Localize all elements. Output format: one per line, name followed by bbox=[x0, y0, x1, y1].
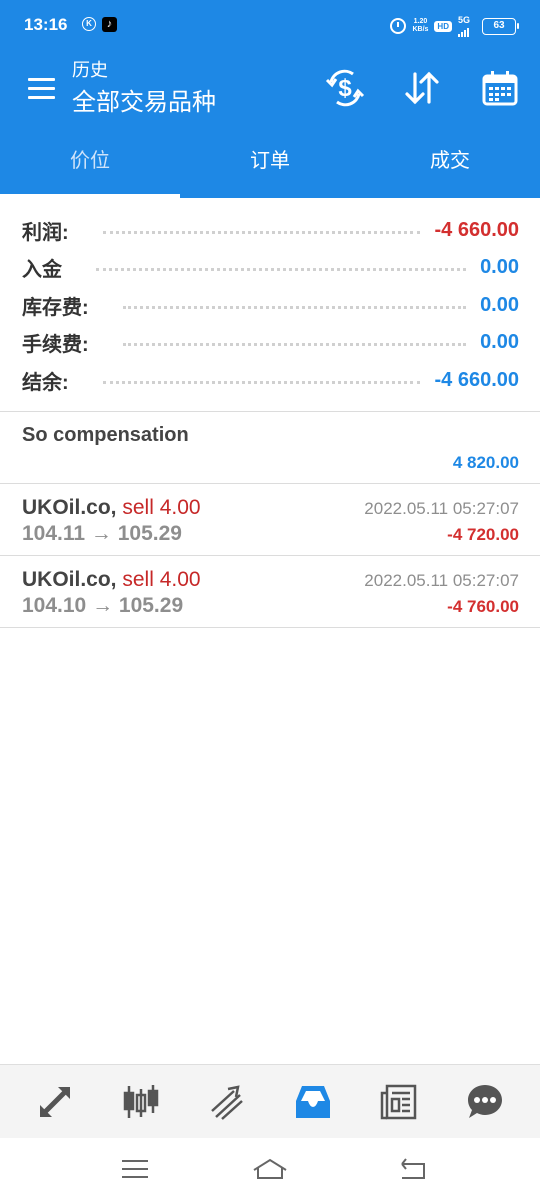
summary-label: 利润: bbox=[22, 221, 69, 244]
summary-row-profit: 利润: -4 660.00 bbox=[22, 214, 519, 246]
nav-charts[interactable] bbox=[116, 1077, 166, 1127]
summary-panel: 利润: -4 660.00 入金 0.00 库存费: 0.00 手续费: 0.0… bbox=[0, 198, 540, 412]
back-icon bbox=[401, 1158, 425, 1179]
chart-candles-icon bbox=[123, 1085, 159, 1118]
summary-value: -4 660.00 bbox=[434, 218, 519, 241]
news-icon bbox=[380, 1084, 417, 1120]
deal-prices: 104.11 → 105.29 bbox=[22, 522, 182, 545]
summary-row-balance: 结余: -4 660.00 bbox=[22, 364, 519, 396]
speed-value: 1.20 bbox=[413, 18, 428, 25]
tab-bar: 价位 订单 成交 bbox=[0, 124, 540, 198]
deal-title: UKOil.co, sell 4.00 bbox=[22, 496, 201, 520]
hd-badge: HD bbox=[434, 20, 452, 32]
compensation-amount: 4 820.00 bbox=[452, 453, 519, 472]
svg-text:$: $ bbox=[338, 75, 352, 102]
tab-deals[interactable]: 成交 bbox=[360, 124, 540, 198]
compensation-title: So compensation bbox=[22, 424, 189, 446]
battery-icon: 63 bbox=[482, 17, 519, 35]
compensation-row[interactable]: So compensation 4 820.00 bbox=[0, 412, 540, 484]
status-time: 13:16 bbox=[24, 15, 68, 34]
app-toolbar: 历史 全部交易品种 $ bbox=[0, 52, 540, 124]
signal-group: 5G bbox=[457, 14, 470, 37]
bottom-navigation bbox=[0, 1064, 540, 1138]
calendar-button[interactable] bbox=[476, 64, 524, 112]
tab-orders[interactable]: 订单 bbox=[180, 124, 360, 198]
toolbar-subtitle: 历史 bbox=[72, 60, 108, 80]
history-icon bbox=[296, 1086, 330, 1118]
summary-value: -4 660.00 bbox=[434, 368, 519, 391]
signal-icon bbox=[457, 25, 469, 37]
system-navigation bbox=[0, 1138, 540, 1200]
dotted-leader bbox=[102, 230, 421, 234]
nav-chat[interactable] bbox=[460, 1077, 510, 1127]
summary-value: 0.00 bbox=[480, 330, 519, 353]
summary-row-commission: 手续费: 0.00 bbox=[22, 326, 519, 358]
deal-side: sell 4.00 bbox=[122, 568, 201, 591]
currency-exchange-button[interactable]: $ bbox=[321, 64, 369, 112]
dotted-leader bbox=[122, 342, 467, 346]
deal-time: 2022.05.11 05:27:07 bbox=[364, 571, 519, 590]
dotted-leader bbox=[96, 267, 467, 271]
deal-row[interactable]: UKOil.co, sell 4.00 104.10 → 105.29 2022… bbox=[0, 556, 540, 628]
nav-history[interactable] bbox=[288, 1077, 338, 1127]
nav-news[interactable] bbox=[374, 1077, 424, 1127]
toolbar-title[interactable]: 全部交易品种 bbox=[72, 82, 216, 117]
deal-profit: -4 720.00 bbox=[447, 525, 519, 544]
status-bar: 13:16 K ♪ 1.20 KB/s HD 5G 63 bbox=[0, 0, 540, 52]
home-button[interactable] bbox=[250, 1154, 290, 1184]
deal-symbol: UKOil.co, bbox=[22, 568, 117, 591]
calendar-icon bbox=[482, 71, 518, 106]
alarm-icon bbox=[390, 18, 407, 34]
tiktok-icon: ♪ bbox=[102, 17, 117, 32]
summary-label: 库存费: bbox=[22, 296, 89, 319]
speed-unit: KB/s bbox=[412, 26, 429, 33]
deal-prices: 104.10 → 105.29 bbox=[22, 594, 184, 617]
summary-label: 入金 bbox=[22, 258, 62, 281]
status-indicators: 1.20 KB/s HD 5G 63 bbox=[390, 14, 519, 37]
summary-value: 0.00 bbox=[480, 293, 519, 316]
menu-lines-icon bbox=[122, 1160, 148, 1178]
sort-button[interactable] bbox=[398, 64, 446, 112]
deal-time: 2022.05.11 05:27:07 bbox=[364, 499, 519, 518]
chat-icon bbox=[468, 1085, 502, 1118]
menu-button[interactable] bbox=[22, 70, 60, 106]
summary-value: 0.00 bbox=[480, 255, 519, 278]
deal-side: sell 4.00 bbox=[122, 496, 201, 519]
quotes-icon bbox=[40, 1087, 70, 1117]
summary-row-deposit: 入金 0.00 bbox=[22, 251, 519, 283]
nav-quotes[interactable] bbox=[30, 1077, 80, 1127]
dotted-leader bbox=[122, 305, 467, 309]
nav-trade[interactable] bbox=[202, 1077, 252, 1127]
sort-icon bbox=[405, 71, 439, 105]
dotted-leader bbox=[102, 380, 421, 384]
currency-exchange-icon: $ bbox=[325, 69, 365, 107]
k-app-icon: K bbox=[82, 17, 96, 31]
deal-title: UKOil.co, sell 4.00 bbox=[22, 568, 201, 592]
deal-row[interactable]: UKOil.co, sell 4.00 104.11 → 105.29 2022… bbox=[0, 484, 540, 556]
network-type: 5G bbox=[457, 14, 470, 25]
network-speed: 1.20 KB/s bbox=[412, 18, 428, 34]
summary-row-swap: 库存费: 0.00 bbox=[22, 289, 519, 321]
home-icon bbox=[253, 1158, 287, 1179]
deal-symbol: UKOil.co, bbox=[22, 496, 117, 519]
trade-icon bbox=[211, 1085, 243, 1120]
deal-profit: -4 760.00 bbox=[447, 597, 519, 616]
summary-label: 手续费: bbox=[22, 333, 89, 356]
summary-label: 结余: bbox=[22, 371, 69, 394]
back-button[interactable] bbox=[392, 1154, 432, 1184]
recent-apps-button[interactable] bbox=[115, 1154, 155, 1184]
tab-positions[interactable]: 价位 bbox=[0, 124, 180, 198]
